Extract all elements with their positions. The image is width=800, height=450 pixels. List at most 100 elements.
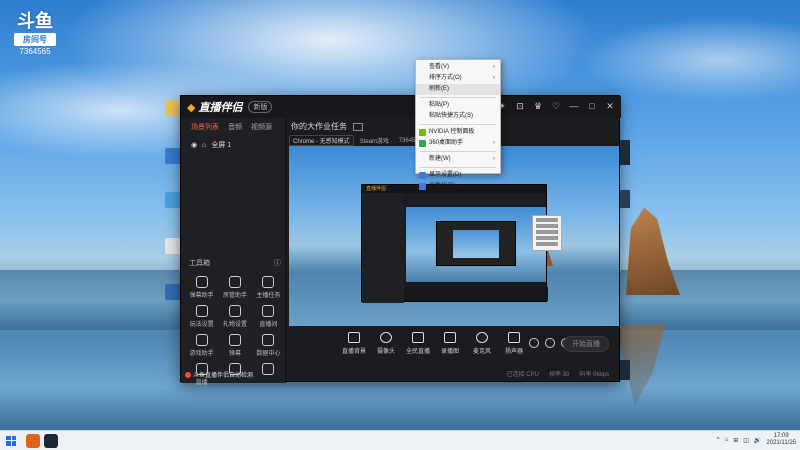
context-menu-item[interactable]: 个性化(R) (416, 181, 500, 192)
desktop-icon[interactable] (165, 148, 181, 164)
settings-icon[interactable] (545, 338, 555, 348)
clock-time: 17:09 (773, 433, 789, 439)
status-bar: 已连接 CPU 帧率 30 码率 0kbps (289, 369, 619, 379)
tab-scenes[interactable]: 场景列表 (191, 122, 219, 132)
tool-item[interactable]: 弹幕 (218, 334, 251, 357)
eye-icon[interactable]: ◉ (191, 141, 197, 149)
menu-item-icon (419, 172, 426, 179)
room-label: 房间号 (14, 33, 56, 46)
camera-control[interactable]: 摄像头 (371, 332, 401, 355)
scene-row[interactable]: ◉ ⌂ 全屏 1 (181, 136, 285, 154)
desktop-icon[interactable] (165, 238, 181, 254)
help-icon[interactable]: ⓘ (274, 258, 281, 268)
nested-app-window: 直播伴侣 (361, 184, 562, 303)
microphone-control[interactable]: 麦克风 (467, 332, 497, 355)
app-titlebar[interactable]: ◆ 直播伴侣 新版 ✦ ⊡ ♛ ♡ — □ ✕ (181, 96, 621, 118)
nested-preview (406, 207, 546, 282)
window-icon[interactable]: ⊡ (515, 101, 525, 112)
tool-label: 直播间 (259, 322, 278, 328)
taskbar-app-steam[interactable] (44, 433, 58, 448)
tray-display-icon[interactable]: ◫ (743, 437, 749, 444)
desktop-context-menu: 查看(V) › 排序方式(O) › 刷新(E) 粘贴(P) 粘贴快捷方式(S) NVIDIA … (415, 59, 501, 190)
control-label: 麦克风 (472, 349, 491, 355)
context-menu-item[interactable]: NVIDIA 控制面板 (416, 127, 500, 138)
streaming-app-window: ◆ 直播伴侣 新版 ✦ ⊡ ♛ ♡ — □ ✕ 场景列表 音频 视频源 ◉ ⌂ 全… (180, 95, 621, 386)
record-control[interactable]: 录播图 (435, 332, 465, 355)
system-tray: ^ ⌂ ⊞ ◫ 🔊 17:09 2021/11/25 (717, 433, 796, 447)
tab-audio[interactable]: 音频 (228, 122, 242, 132)
speaker-control[interactable]: 扬声器 (499, 332, 529, 355)
close-button[interactable]: ✕ (605, 101, 615, 112)
status-cpu: 已连接 CPU (506, 372, 539, 378)
chevron-right-icon: › (493, 75, 495, 81)
tool-item[interactable]: 主播任务 (252, 276, 285, 299)
menu-item-label: 粘贴快捷方式(S) (429, 113, 473, 119)
context-menu-item[interactable]: 粘贴快捷方式(S) (416, 111, 500, 122)
background-window-edge (620, 190, 630, 208)
desktop-icon[interactable] (165, 100, 181, 116)
tray-volume-icon[interactable]: 🔊 (754, 437, 761, 444)
menu-item-label: 个性化(R) (429, 183, 456, 189)
tray-network-icon[interactable]: ⌂ (725, 437, 729, 443)
windows-start-icon[interactable] (6, 435, 16, 446)
lock-icon[interactable]: ⌂ (202, 142, 206, 149)
tool-label: 弹幕 (228, 351, 241, 357)
tool-item[interactable]: 游戏助手 (185, 334, 218, 357)
play-icon (444, 332, 456, 343)
menu-item-label: 刷新(E) (429, 86, 449, 92)
tool-label: 主播任务 (256, 293, 281, 299)
tray-app-icon[interactable]: ⊞ (733, 437, 738, 444)
tool-item[interactable]: 直播间 (252, 305, 285, 328)
speaker-icon (508, 332, 520, 343)
background-control[interactable]: 直播背景 (339, 332, 369, 355)
category-chip[interactable]: Chrome - 无感知模式 (289, 135, 354, 146)
desktop-icon[interactable] (165, 284, 181, 300)
left-panel: 场景列表 音频 视频源 ◉ ⌂ 全屏 1 工具箱 ⓘ 弹幕助手 房管助手 主播任… (181, 118, 286, 386)
taskbar-app-douyu[interactable] (26, 433, 40, 448)
minimize-button[interactable]: — (569, 101, 579, 112)
wallpaper-rock (626, 207, 680, 295)
menu-item-label: 360桌面助手 (429, 140, 464, 146)
edit-title-icon[interactable] (353, 122, 364, 131)
crown-icon[interactable]: ♛ (533, 101, 543, 112)
tools-header: 工具箱 ⓘ (189, 258, 281, 268)
microphone-icon (476, 332, 488, 343)
clock[interactable]: 17:09 2021/11/25 (766, 433, 796, 447)
mobile-live-control[interactable]: 全民直播 (403, 332, 433, 355)
tool-item[interactable]: 礼物设置 (218, 305, 251, 328)
tool-label: 弹幕助手 (189, 293, 214, 299)
desktop-icon[interactable] (165, 192, 181, 208)
context-menu-item[interactable]: 显示设置(D) (416, 170, 500, 181)
background-window-edge (620, 360, 630, 380)
context-menu-item[interactable]: 粘贴(P) (416, 100, 500, 111)
context-menu-item[interactable]: 刷新(E) (416, 84, 500, 95)
context-menu-item[interactable]: 排序方式(O) › (416, 73, 500, 84)
camera-icon (380, 332, 392, 343)
task-icon (262, 276, 275, 288)
gamepad-icon (195, 305, 208, 317)
context-menu-item[interactable]: 新建(W) › (416, 154, 500, 165)
tool-item[interactable]: 房管助手 (218, 276, 251, 299)
record-icon[interactable] (529, 338, 539, 348)
context-menu-item[interactable]: 查看(V) › (416, 62, 500, 73)
menu-separator (420, 124, 496, 125)
controls-bar: 直播背景 摄像头 全民直播 录播图 麦克风 扬声器 开始直播 (289, 328, 619, 368)
clock-date: 2021/11/25 (766, 440, 796, 446)
maximize-button[interactable]: □ (587, 101, 597, 112)
tray-chevron-icon[interactable]: ^ (717, 437, 720, 443)
start-live-button[interactable]: 开始直播 (563, 336, 609, 352)
chevron-right-icon: › (493, 64, 495, 70)
notice-bar[interactable]: 斗鱼直播伴侣自动检测 (185, 370, 283, 379)
tool-item[interactable]: 玩法设置 (185, 305, 218, 328)
control-label: 录播图 (440, 349, 459, 355)
heart-icon[interactable]: ♡ (551, 101, 561, 112)
game-tag: Steam游戏 · (359, 139, 393, 145)
alert-icon (185, 372, 191, 379)
menu-item-label: NVIDIA 控制面板 (429, 129, 475, 135)
version-badge[interactable]: 新版 (248, 101, 273, 113)
tool-item[interactable]: 数据中心 (252, 334, 285, 357)
notice-text: 斗鱼直播伴侣自动检测 (193, 373, 254, 379)
tab-video-source[interactable]: 视频源 (251, 122, 272, 132)
tool-item[interactable]: 弹幕助手 (185, 276, 218, 299)
context-menu-item[interactable]: 360桌面助手 › (416, 138, 500, 149)
